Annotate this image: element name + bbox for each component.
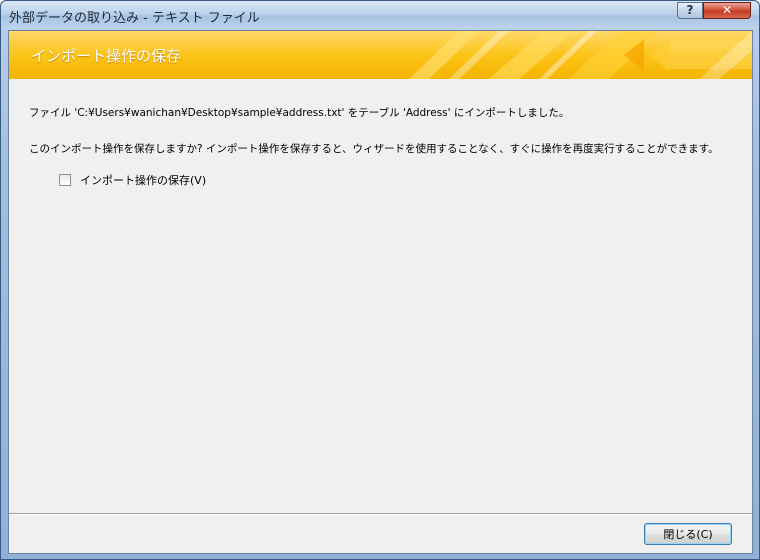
help-button[interactable]: ? [677, 2, 703, 19]
import-result-message: ファイル 'C:¥Users¥wanichan¥Desktop¥sample¥a… [29, 107, 570, 119]
dialog-footer: 閉じる(C) [9, 515, 752, 553]
dialog-content: インポート操作の保存 ファイル 'C:¥Users¥wanichan¥Deskt… [8, 30, 753, 554]
save-question-text: このインポート操作を保存しますか? インポート操作を保存すると、ウィザードを使用… [29, 143, 719, 155]
save-import-checkbox-label[interactable]: インポート操作の保存(V) [80, 172, 206, 188]
save-import-option[interactable]: インポート操作の保存(V) [59, 172, 206, 188]
window-title: 外部データの取り込み - テキスト ファイル [9, 11, 260, 26]
close-icon: ✕ [721, 3, 733, 17]
save-import-checkbox[interactable] [59, 174, 71, 186]
window-close-button[interactable]: ✕ [703, 2, 751, 19]
close-dialog-button[interactable]: 閉じる(C) [644, 523, 732, 545]
header-banner: インポート操作の保存 [9, 31, 752, 79]
banner-title: インポート操作の保存 [31, 47, 182, 65]
banner-decoration [409, 31, 752, 79]
help-icon: ? [686, 3, 694, 17]
title-bar[interactable]: 外部データの取り込み - テキスト ファイル ? ✕ [1, 1, 759, 29]
dialog-window: 外部データの取り込み - テキスト ファイル ? ✕ インポート操作の保存 ファ… [0, 0, 760, 560]
